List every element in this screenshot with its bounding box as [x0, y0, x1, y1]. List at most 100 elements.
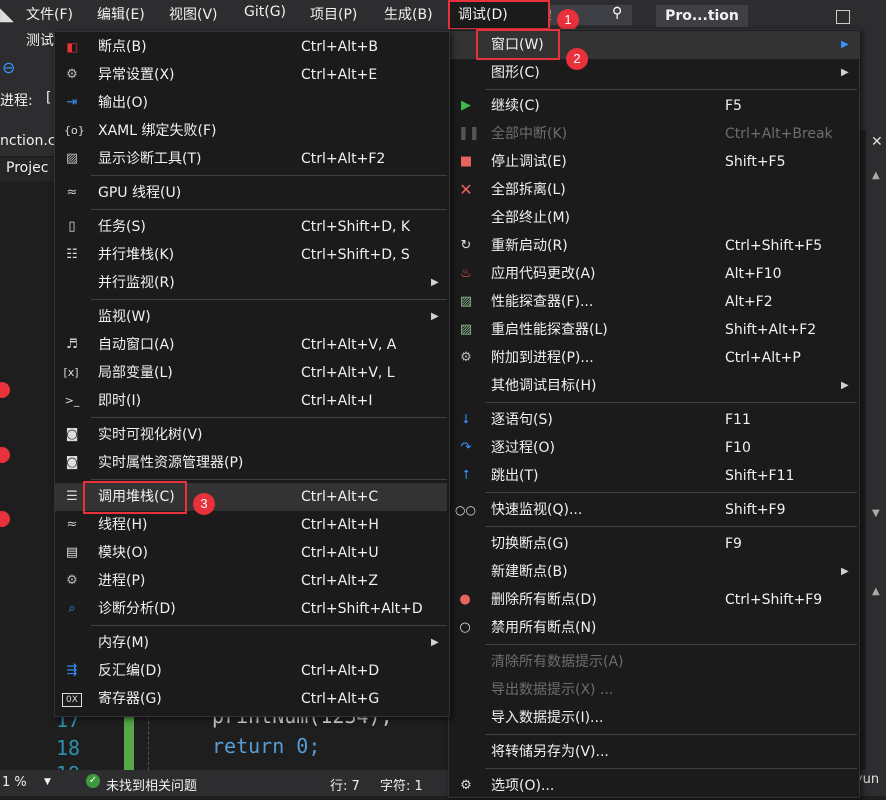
- menu-item-step-over[interactable]: ↷ 逐过程(O) F10: [449, 434, 859, 462]
- menu-item-live-visual-tree[interactable]: ◙ 实时可视化树(V): [55, 421, 449, 449]
- menu-item-label: 将转储另存为(V)...: [491, 744, 609, 760]
- menu-item-shortcut: Ctrl+Alt+I: [301, 393, 373, 409]
- solution-title: Pro...tion: [656, 5, 748, 27]
- menu-item-modules[interactable]: ▤ 模块(O) Ctrl+Alt+U: [55, 539, 449, 567]
- separator: [485, 644, 857, 645]
- check-icon: ✓: [86, 774, 100, 788]
- menu-item-label: 性能探查器(F)...: [491, 294, 594, 310]
- menu-item-label: 寄存器(G): [98, 691, 162, 707]
- menu-item-processes[interactable]: ⚙ 进程(P) Ctrl+Alt+Z: [55, 567, 449, 595]
- chevron-down-icon[interactable]: ▼: [44, 777, 51, 787]
- issues-status[interactable]: 未找到相关问题: [106, 775, 197, 794]
- menu-item-tasks[interactable]: ▯ 任务(S) Ctrl+Shift+D, K: [55, 213, 449, 241]
- menu-item-diagnostics-analysis[interactable]: ⌕ 诊断分析(D) Ctrl+Shift+Alt+D: [55, 595, 449, 623]
- menu-item-detach-all[interactable]: ✕ 全部拆离(L): [449, 176, 859, 204]
- exception-settings-icon: ⚙: [66, 67, 78, 82]
- menu-item-toggle-breakpoint[interactable]: 切换断点(G) F9: [449, 530, 859, 558]
- search-box[interactable]: 搜 ⚲: [536, 5, 632, 25]
- menu-item-step-into[interactable]: ⭣ 逐语句(S) F11: [449, 406, 859, 434]
- menu-item-label: 局部变量(L): [98, 365, 173, 381]
- close-icon[interactable]: ✕: [871, 134, 883, 150]
- menu-item-restart[interactable]: ↻ 重新启动(R) Ctrl+Shift+F5: [449, 232, 859, 260]
- menu-item-break-all[interactable]: ❚❚ 全部中断(K) Ctrl+Alt+Break: [449, 120, 859, 148]
- menu-item-locals[interactable]: [x] 局部变量(L) Ctrl+Alt+V, L: [55, 359, 449, 387]
- profiler-icon: ▨: [459, 294, 473, 309]
- menu-item-diagnostic-tools[interactable]: ▨ 显示诊断工具(T) Ctrl+Alt+F2: [55, 145, 449, 173]
- menu-item-label: 输出(O): [98, 95, 148, 111]
- file-tab[interactable]: nction.c: [0, 130, 56, 156]
- debug-menu: 窗口(W) ▶ 图形(C) ▶ ▶ 继续(C) F5 ❚❚ 全部中断(K) Ct…: [448, 29, 860, 798]
- menu-item-registers[interactable]: 0X 寄存器(G) Ctrl+Alt+G: [55, 685, 449, 713]
- menu-item-label: 全部拆离(L): [491, 182, 566, 198]
- menu-view[interactable]: 视图(V): [169, 4, 218, 24]
- menu-item-label: 禁用所有断点(N): [491, 620, 597, 636]
- menu-item-autos[interactable]: ♬ 自动窗口(A) Ctrl+Alt+V, A: [55, 331, 449, 359]
- menu-build[interactable]: 生成(B): [384, 4, 433, 24]
- highlight-box: [476, 29, 560, 60]
- menu-item-delete-all-breakpoints[interactable]: ● 删除所有断点(D) Ctrl+Shift+F9: [449, 586, 859, 614]
- menu-item-parallel-stacks[interactable]: ☷ 并行堆栈(K) Ctrl+Shift+D, S: [55, 241, 449, 269]
- menu-item-profiler[interactable]: ▨ 性能探查器(F)... Alt+F2: [449, 288, 859, 316]
- menu-item-quick-watch[interactable]: ○○ 快速监视(Q)... Shift+F9: [449, 496, 859, 524]
- menu-item-save-dump[interactable]: 将转储另存为(V)...: [449, 738, 859, 766]
- menu-item-continue[interactable]: ▶ 继续(C) F5: [449, 92, 859, 120]
- breakpoint-icon: ◧: [66, 40, 78, 54]
- menu-project[interactable]: 项目(P): [310, 4, 357, 24]
- menu-item-exception-settings[interactable]: ⚙ 异常设置(X) Ctrl+Alt+E: [55, 61, 449, 89]
- zoom-level[interactable]: 1 %: [2, 775, 27, 790]
- menu-item-shortcut: Ctrl+Alt+Z: [301, 573, 378, 589]
- menu-item-watch[interactable]: 监视(W) ▶: [55, 303, 449, 331]
- menu-item-output[interactable]: ⇥ 输出(O): [55, 89, 449, 117]
- menu-item-graphics[interactable]: 图形(C) ▶: [449, 59, 859, 87]
- submenu-arrow-icon: ▶: [841, 39, 849, 50]
- menu-item-threads[interactable]: ≈ 线程(H) Ctrl+Alt+H: [55, 511, 449, 539]
- menu-item-stop-debugging[interactable]: ■ 停止调试(E) Shift+F5: [449, 148, 859, 176]
- menu-item-label: 逐过程(O): [491, 440, 555, 456]
- hot-reload-icon: ♨: [460, 266, 472, 281]
- annotation-badge: 3: [193, 493, 215, 515]
- menu-item-memory[interactable]: 内存(M) ▶: [55, 629, 449, 657]
- menu-item-live-property-explorer[interactable]: ◙ 实时属性资源管理器(P): [55, 449, 449, 477]
- maximize-icon[interactable]: [836, 10, 850, 24]
- menu-item-new-breakpoint[interactable]: 新建断点(B) ▶: [449, 558, 859, 586]
- menu-item-disassembly[interactable]: ⇶ 反汇编(D) Ctrl+Alt+D: [55, 657, 449, 685]
- menu-git[interactable]: Git(G): [244, 4, 286, 20]
- separator: [91, 209, 447, 210]
- scroll-up-icon[interactable]: ▲: [872, 586, 880, 597]
- detach-icon: ✕: [459, 180, 473, 199]
- menu-item-label: 清除所有数据提示(A): [491, 654, 624, 670]
- menu-item-clear-datatips[interactable]: 清除所有数据提示(A): [449, 648, 859, 676]
- separator: [91, 175, 447, 176]
- menu-item-breakpoints[interactable]: ◧ 断点(B) Ctrl+Alt+B: [55, 33, 449, 61]
- scroll-up-icon[interactable]: ▲: [872, 170, 880, 181]
- project-tab[interactable]: Projec: [0, 158, 56, 182]
- search-icon[interactable]: ⚲: [612, 5, 622, 21]
- menu-item-disable-all-breakpoints[interactable]: ○ 禁用所有断点(N): [449, 614, 859, 642]
- menu-item-step-out[interactable]: ⭡ 跳出(T) Shift+F11: [449, 462, 859, 490]
- process-dropdown[interactable]: [: [46, 90, 51, 106]
- menu-item-label: 删除所有断点(D): [491, 592, 597, 608]
- stop-icon: ■: [459, 154, 473, 169]
- menu-item-gpu-threads[interactable]: ≈ GPU 线程(U): [55, 179, 449, 207]
- back-icon[interactable]: ⊖: [2, 58, 15, 77]
- menu-item-label: 图形(C): [491, 65, 540, 81]
- menu-item-immediate[interactable]: >_ 即时(I) Ctrl+Alt+I: [55, 387, 449, 415]
- menu-item-xaml-binding-failures[interactable]: {o} XAML 绑定失败(F): [55, 117, 449, 145]
- menu-item-shortcut: Ctrl+Alt+H: [301, 517, 379, 533]
- modules-icon: ▤: [65, 545, 79, 560]
- menu-item-terminate-all[interactable]: 全部终止(M): [449, 204, 859, 232]
- menu-item-label: 实时属性资源管理器(P): [98, 455, 244, 471]
- menu-item-shortcut: Ctrl+Alt+E: [301, 67, 378, 83]
- menu-item-apply-code-changes[interactable]: ♨ 应用代码更改(A) Alt+F10: [449, 260, 859, 288]
- menu-item-export-datatips[interactable]: 导出数据提示(X) ...: [449, 676, 859, 704]
- menu-item-label: 重新启动(R): [491, 238, 568, 254]
- scroll-down-icon[interactable]: ▼: [872, 508, 880, 519]
- menu-file[interactable]: 文件(F): [26, 4, 73, 24]
- menu-edit[interactable]: 编辑(E): [97, 4, 145, 24]
- menu-item-other-debug-targets[interactable]: 其他调试目标(H) ▶: [449, 372, 859, 400]
- menu-item-parallel-watch[interactable]: 并行监视(R) ▶: [55, 269, 449, 297]
- menu-item-attach-to-process[interactable]: ⚙ 附加到进程(P)... Ctrl+Alt+P: [449, 344, 859, 372]
- menu-item-import-datatips[interactable]: 导入数据提示(I)...: [449, 704, 859, 732]
- menu-item-restart-profiler[interactable]: ▨ 重启性能探查器(L) Shift+Alt+F2: [449, 316, 859, 344]
- menu-item-label: 继续(C): [491, 98, 540, 114]
